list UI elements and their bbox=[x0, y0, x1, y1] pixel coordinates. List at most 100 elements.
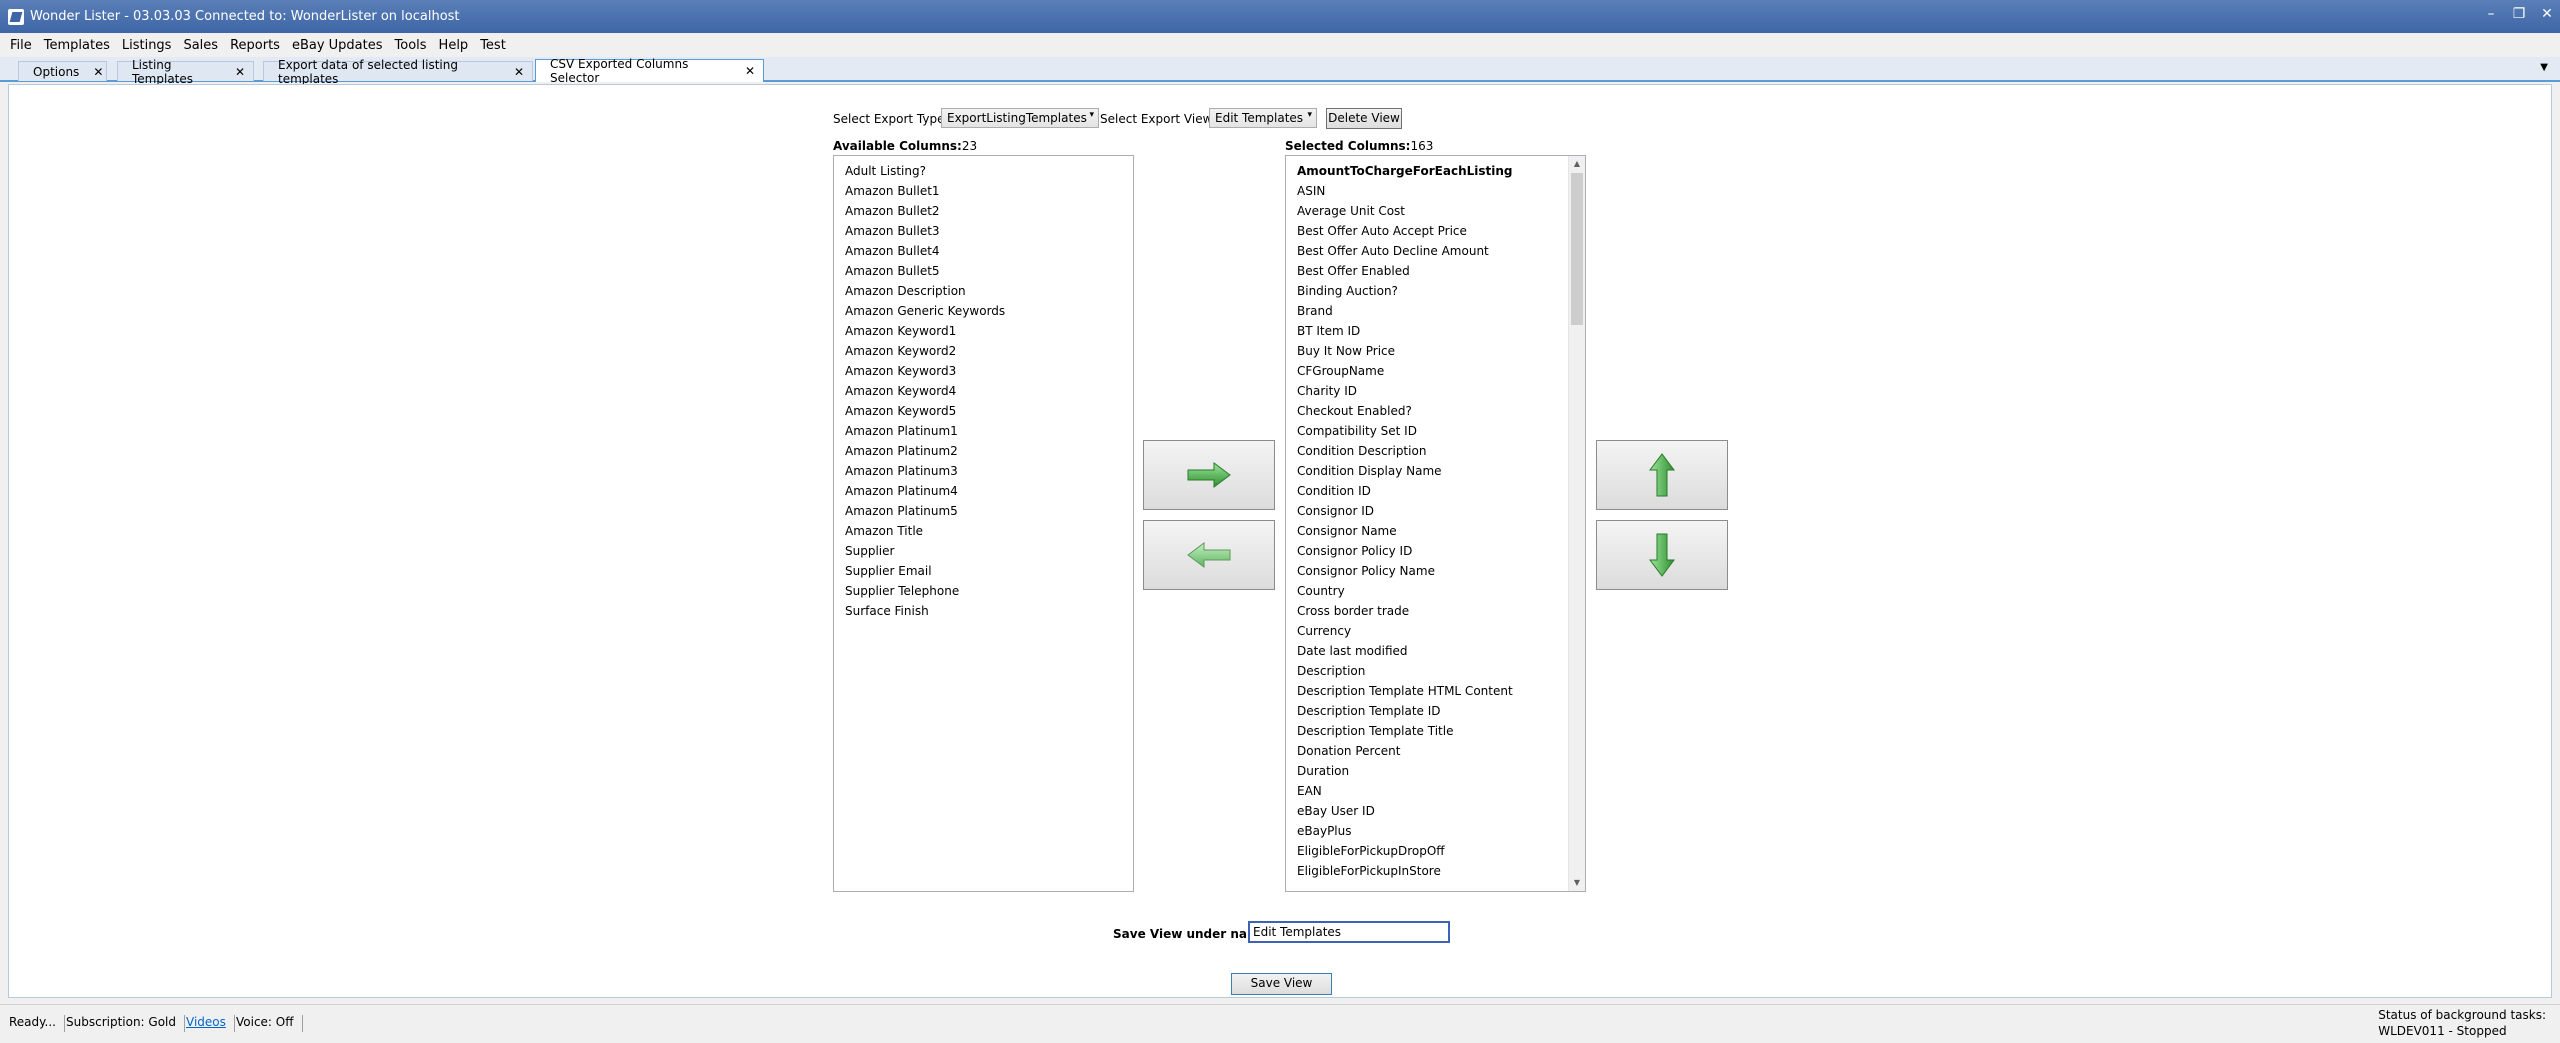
list-item[interactable]: Best Offer Auto Decline Amount bbox=[1286, 241, 1570, 261]
list-item[interactable]: EligibleForPickupInStore bbox=[1286, 861, 1570, 881]
list-item[interactable]: Description Template ID bbox=[1286, 701, 1570, 721]
list-item[interactable]: Average Unit Cost bbox=[1286, 201, 1570, 221]
list-item[interactable]: EligibleForPickupDropOff bbox=[1286, 841, 1570, 861]
menu-help[interactable]: Help bbox=[435, 38, 477, 53]
list-item[interactable]: Condition Description bbox=[1286, 441, 1570, 461]
list-item[interactable]: eBay User ID bbox=[1286, 801, 1570, 821]
list-item[interactable]: Country bbox=[1286, 581, 1570, 601]
list-item[interactable]: Buy It Now Price bbox=[1286, 341, 1570, 361]
list-item[interactable]: Amazon Bullet5 bbox=[834, 261, 1133, 281]
list-item[interactable]: Amazon Bullet4 bbox=[834, 241, 1133, 261]
videos-link[interactable]: Videos bbox=[186, 1015, 235, 1032]
menu-templates[interactable]: Templates bbox=[40, 38, 118, 53]
list-item[interactable]: Amazon Description bbox=[834, 281, 1133, 301]
tab-csv-exported-columns-selector[interactable]: CSV Exported Columns Selector ✕ bbox=[535, 57, 764, 85]
list-item[interactable]: Amazon Platinum3 bbox=[834, 461, 1133, 481]
list-item[interactable]: Compatibility Set ID bbox=[1286, 421, 1570, 441]
list-item[interactable]: Currency bbox=[1286, 621, 1570, 641]
menu-file[interactable]: File bbox=[6, 38, 40, 53]
list-item[interactable]: EAN bbox=[1286, 781, 1570, 801]
list-item[interactable]: Amazon Bullet2 bbox=[834, 201, 1133, 221]
list-item[interactable]: Supplier Telephone bbox=[834, 581, 1133, 601]
available-columns-list[interactable]: Adult Listing? Amazon Bullet1 Amazon Bulle… bbox=[833, 155, 1134, 892]
list-item[interactable]: Checkout Enabled? bbox=[1286, 401, 1570, 421]
list-item[interactable]: Amazon Bullet1 bbox=[834, 181, 1133, 201]
list-item[interactable]: AmountToChargeForEachListing bbox=[1286, 161, 1570, 181]
menu-test[interactable]: Test bbox=[476, 38, 514, 53]
add-column-button[interactable] bbox=[1143, 440, 1275, 510]
scroll-up-icon[interactable]: ▲ bbox=[1569, 156, 1585, 172]
tab-list-dropdown-icon[interactable]: ▼ bbox=[2540, 62, 2548, 73]
list-item[interactable]: Consignor ID bbox=[1286, 501, 1570, 521]
delete-view-button[interactable]: Delete View bbox=[1326, 108, 1402, 129]
list-item[interactable]: Description bbox=[1286, 661, 1570, 681]
move-up-button[interactable] bbox=[1596, 440, 1728, 510]
selected-list-scrollbar[interactable]: ▲ ▼ bbox=[1568, 156, 1585, 891]
tab-export-data[interactable]: Export data of selected listing template… bbox=[263, 58, 533, 86]
list-item[interactable]: Condition ID bbox=[1286, 481, 1570, 501]
list-item[interactable]: Binding Auction? bbox=[1286, 281, 1570, 301]
list-item[interactable]: Condition Display Name bbox=[1286, 461, 1570, 481]
list-item[interactable]: Supplier bbox=[834, 541, 1133, 561]
tab-close-icon[interactable]: ✕ bbox=[93, 65, 103, 79]
menu-ebay-updates[interactable]: eBay Updates bbox=[288, 38, 391, 53]
list-item[interactable]: Duration bbox=[1286, 761, 1570, 781]
list-item[interactable]: Donation Percent bbox=[1286, 741, 1570, 761]
minimize-icon[interactable]: – bbox=[2484, 6, 2498, 22]
export-type-select[interactable]: ExportListingTemplates ▾ bbox=[941, 108, 1099, 128]
tab-options[interactable]: Options ✕ bbox=[18, 61, 107, 81]
export-view-select[interactable]: Edit Templates ▾ bbox=[1209, 108, 1317, 128]
list-item[interactable]: Brand bbox=[1286, 301, 1570, 321]
list-item[interactable]: Amazon Keyword5 bbox=[834, 401, 1133, 421]
tab-close-icon[interactable]: ✕ bbox=[514, 65, 524, 79]
list-item[interactable]: Amazon Keyword4 bbox=[834, 381, 1133, 401]
list-item[interactable]: Description Template Title bbox=[1286, 721, 1570, 741]
list-item[interactable]: eBayPlus bbox=[1286, 821, 1570, 841]
list-item[interactable]: Amazon Platinum2 bbox=[834, 441, 1133, 461]
view-name-input[interactable]: Edit Templates bbox=[1248, 921, 1450, 943]
menu-sales[interactable]: Sales bbox=[179, 38, 226, 53]
list-item[interactable]: Adult Listing? bbox=[834, 161, 1133, 181]
list-item[interactable]: Amazon Platinum5 bbox=[834, 501, 1133, 521]
list-item[interactable]: CFGroupName bbox=[1286, 361, 1570, 381]
tab-close-icon[interactable]: ✕ bbox=[235, 65, 245, 79]
remove-column-button[interactable] bbox=[1143, 520, 1275, 590]
menu-tools[interactable]: Tools bbox=[391, 38, 435, 53]
arrow-up-icon bbox=[1649, 453, 1675, 497]
menu-listings[interactable]: Listings bbox=[118, 38, 180, 53]
tab-listing-templates[interactable]: Listing Templates ✕ bbox=[117, 58, 254, 86]
save-view-button[interactable]: Save View bbox=[1231, 973, 1332, 995]
list-item[interactable]: BT Item ID bbox=[1286, 321, 1570, 341]
selected-items: AmountToChargeForEachListing ASIN Average … bbox=[1286, 156, 1570, 881]
list-item[interactable]: Amazon Bullet3 bbox=[834, 221, 1133, 241]
move-down-button[interactable] bbox=[1596, 520, 1728, 590]
list-item[interactable]: Amazon Platinum4 bbox=[834, 481, 1133, 501]
list-item[interactable]: Surface Finish bbox=[834, 601, 1133, 621]
close-icon[interactable]: ✕ bbox=[2540, 6, 2554, 22]
menu-reports[interactable]: Reports bbox=[226, 38, 288, 53]
list-item[interactable]: Amazon Generic Keywords bbox=[834, 301, 1133, 321]
list-item[interactable]: Date last modified bbox=[1286, 641, 1570, 661]
list-item[interactable]: Description Template HTML Content bbox=[1286, 681, 1570, 701]
list-item[interactable]: Amazon Keyword2 bbox=[834, 341, 1133, 361]
selected-columns-list[interactable]: AmountToChargeForEachListing ASIN Average … bbox=[1285, 155, 1586, 892]
list-item[interactable]: Amazon Keyword3 bbox=[834, 361, 1133, 381]
scroll-down-icon[interactable]: ▼ bbox=[1569, 875, 1585, 891]
list-item[interactable]: Consignor Name bbox=[1286, 521, 1570, 541]
list-item[interactable]: Supplier Email bbox=[834, 561, 1133, 581]
list-item[interactable]: Amazon Platinum1 bbox=[834, 421, 1133, 441]
list-item[interactable]: Consignor Policy ID bbox=[1286, 541, 1570, 561]
list-item[interactable]: Cross border trade bbox=[1286, 601, 1570, 621]
restore-icon[interactable]: ❐ bbox=[2512, 6, 2526, 22]
export-view-label: Select Export View: bbox=[1100, 112, 1216, 126]
list-item[interactable]: Amazon Title bbox=[834, 521, 1133, 541]
app-icon bbox=[8, 8, 24, 25]
list-item[interactable]: ASIN bbox=[1286, 181, 1570, 201]
scrollbar-thumb[interactable] bbox=[1571, 173, 1583, 325]
list-item[interactable]: Best Offer Enabled bbox=[1286, 261, 1570, 281]
list-item[interactable]: Consignor Policy Name bbox=[1286, 561, 1570, 581]
list-item[interactable]: Charity ID bbox=[1286, 381, 1570, 401]
list-item[interactable]: Amazon Keyword1 bbox=[834, 321, 1133, 341]
tab-close-icon[interactable]: ✕ bbox=[745, 64, 755, 78]
list-item[interactable]: Best Offer Auto Accept Price bbox=[1286, 221, 1570, 241]
